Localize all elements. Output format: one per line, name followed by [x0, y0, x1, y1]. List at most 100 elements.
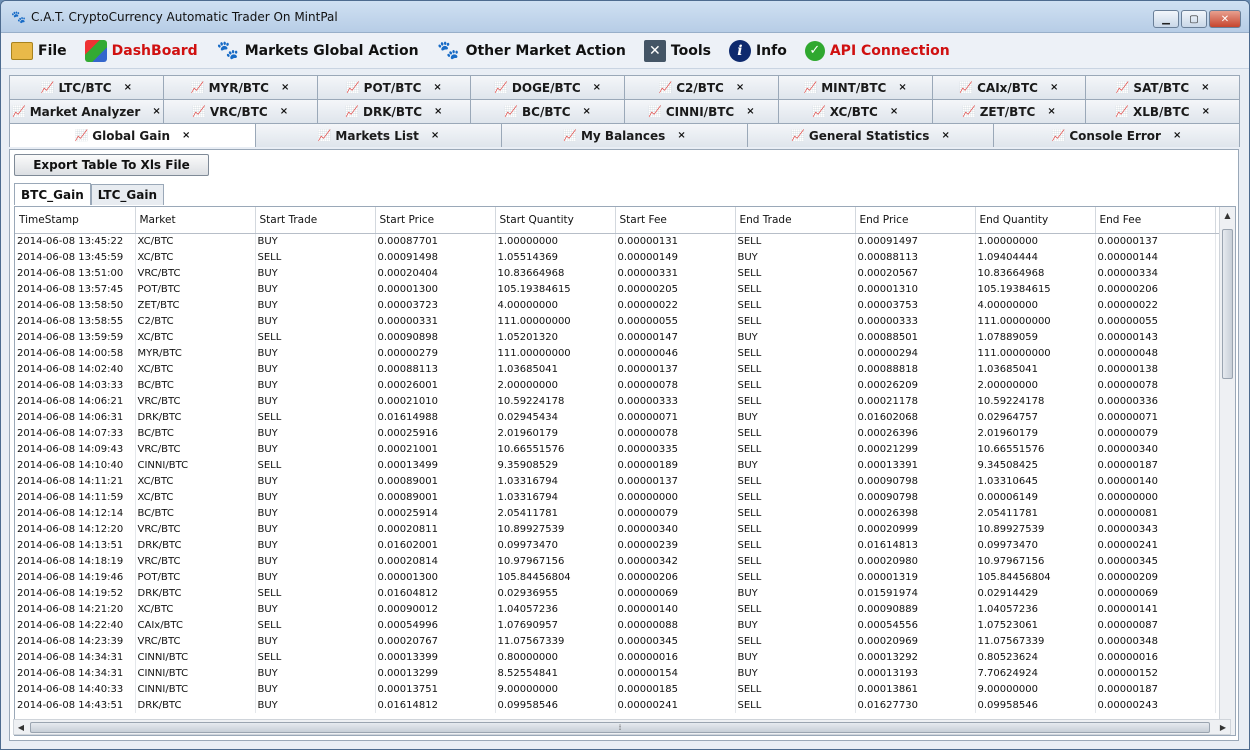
tab-close-icon[interactable]: × — [1201, 82, 1209, 93]
table-row[interactable]: 2014-06-08 13:45:22 XC/BTC BUY 0.00087701 1.… — [15, 233, 1222, 249]
close-button[interactable]: ✕ — [1209, 10, 1241, 28]
tab-caix-btc[interactable]: 📈 CAIx/BTC × — [931, 75, 1087, 99]
column-header-end-trade[interactable]: End Trade — [735, 207, 856, 234]
tab-general-statistics[interactable]: 📈 General Statistics × — [747, 123, 994, 147]
menu-dashboard[interactable]: DashBoard — [84, 39, 198, 62]
table-row[interactable]: 2014-06-08 14:34:31 CINNI/BTC SELL 0.000133… — [15, 649, 1222, 665]
vertical-scrollbar[interactable]: ▲ ▼ — [1219, 207, 1235, 735]
menu-tools[interactable]: ✕ Tools — [643, 39, 711, 62]
tab-zet-btc[interactable]: 📈 ZET/BTC × — [931, 99, 1087, 123]
menu-info[interactable]: i Info — [728, 39, 787, 62]
column-header-timestamp[interactable]: TimeStamp — [15, 207, 136, 234]
scroll-right-icon[interactable]: ▶ — [1216, 720, 1230, 734]
table-row[interactable]: 2014-06-08 14:11:59 XC/BTC BUY 0.00089001 1.… — [15, 489, 1222, 505]
menu-markets-global-action[interactable]: 🐾 Markets Global Action — [216, 39, 418, 63]
table-row[interactable]: 2014-06-08 14:19:46 POT/BTC BUY 0.00001300 1… — [15, 569, 1222, 585]
tab-close-icon[interactable]: × — [593, 82, 601, 93]
table-row[interactable]: 2014-06-08 14:22:40 CAIx/BTC SELL 0.0005499… — [15, 617, 1222, 633]
scroll-up-icon[interactable]: ▲ — [1220, 207, 1235, 223]
tab-market-analyzer[interactable]: 📈 Market Analyzer × — [9, 99, 164, 123]
table-row[interactable]: 2014-06-08 14:21:20 XC/BTC BUY 0.00090012 1.… — [15, 601, 1222, 617]
table-row[interactable]: 2014-06-08 14:12:20 VRC/BTC BUY 0.00020811 1… — [15, 521, 1222, 537]
tab-xlb-btc[interactable]: 📈 XLB/BTC × — [1085, 99, 1240, 123]
column-header-end-fee[interactable]: End Fee — [1095, 207, 1216, 234]
subtab-ltc-gain[interactable]: LTC_Gain — [90, 184, 165, 205]
table-row[interactable]: 2014-06-08 14:40:33 CINNI/BTC BUY 0.0001375… — [15, 681, 1222, 697]
tab-ltc-btc[interactable]: 📈 LTC/BTC × — [9, 75, 164, 99]
tab-close-icon[interactable]: × — [281, 82, 289, 93]
table-row[interactable]: 2014-06-08 14:19:52 DRK/BTC SELL 0.01604812… — [15, 585, 1222, 601]
tab-global-gain[interactable]: 📈 Global Gain × — [9, 123, 256, 147]
tab-close-icon[interactable]: × — [124, 82, 132, 93]
menu-file[interactable]: File — [11, 41, 67, 60]
column-header-end-quantity[interactable]: End Quantity — [975, 207, 1096, 234]
scroll-thumb[interactable] — [1222, 229, 1233, 379]
tab-doge-btc[interactable]: 📈 DOGE/BTC × — [470, 75, 625, 99]
tab-close-icon[interactable]: × — [1173, 130, 1181, 141]
tab-close-icon[interactable]: × — [1202, 106, 1210, 117]
tab-my-balances[interactable]: 📈 My Balances × — [501, 123, 748, 147]
table-row[interactable]: 2014-06-08 14:12:14 BC/BTC BUY 0.00025914 2.… — [15, 505, 1222, 521]
tab-mint-btc[interactable]: 📈 MINT/BTC × — [777, 75, 933, 99]
tab-close-icon[interactable]: × — [746, 106, 754, 117]
table-row[interactable]: 2014-06-08 14:09:43 VRC/BTC BUY 0.00021001 1… — [15, 441, 1222, 457]
tab-c2-btc[interactable]: 📈 C2/BTC × — [624, 75, 779, 99]
tab-close-icon[interactable]: × — [736, 82, 744, 93]
tab-close-icon[interactable]: × — [182, 130, 190, 141]
tab-bc-btc[interactable]: 📈 BC/BTC × — [470, 99, 625, 123]
column-header-end-price[interactable]: End Price — [855, 207, 976, 234]
tab-drk-btc[interactable]: 📈 DRK/BTC × — [316, 99, 472, 123]
tab-close-icon[interactable]: × — [677, 130, 685, 141]
table-row[interactable]: 2014-06-08 14:06:31 DRK/BTC SELL 0.01614988… — [15, 409, 1222, 425]
tab-vrc-btc[interactable]: 📈 VRC/BTC × — [162, 99, 318, 123]
table-row[interactable]: 2014-06-08 14:00:58 MYR/BTC BUY 0.00000279 1… — [15, 345, 1222, 361]
table-row[interactable]: 2014-06-08 13:57:45 POT/BTC BUY 0.00001300 1… — [15, 281, 1222, 297]
tab-close-icon[interactable]: × — [433, 82, 441, 93]
tab-cinni-btc[interactable]: 📈 CINNI/BTC × — [624, 99, 779, 123]
tab-close-icon[interactable]: × — [152, 106, 160, 117]
tab-close-icon[interactable]: × — [898, 82, 906, 93]
table-row[interactable]: 2014-06-08 14:11:21 XC/BTC BUY 0.00089001 1.… — [15, 473, 1222, 489]
tab-close-icon[interactable]: × — [890, 106, 898, 117]
tab-xc-btc[interactable]: 📈 XC/BTC × — [777, 99, 933, 123]
tab-close-icon[interactable]: × — [1050, 82, 1058, 93]
tab-close-icon[interactable]: × — [431, 130, 439, 141]
tab-markets-list[interactable]: 📈 Markets List × — [255, 123, 502, 147]
table-row[interactable]: 2014-06-08 13:58:50 ZET/BTC BUY 0.00003723 4… — [15, 297, 1222, 313]
column-header-start-quantity[interactable]: Start Quantity — [495, 207, 616, 234]
table-row[interactable]: 2014-06-08 13:59:59 XC/BTC SELL 0.00090898 1… — [15, 329, 1222, 345]
subtab-btc-gain[interactable]: BTC_Gain — [14, 183, 91, 205]
tab-pot-btc[interactable]: 📈 POT/BTC × — [316, 75, 472, 99]
table-row[interactable]: 2014-06-08 14:02:40 XC/BTC BUY 0.00088113 1.… — [15, 361, 1222, 377]
scroll-left-icon[interactable]: ◀ — [14, 720, 28, 734]
table-row[interactable]: 2014-06-08 14:10:40 CINNI/BTC SELL 0.000134… — [15, 457, 1222, 473]
table-row[interactable]: 2014-06-08 14:18:19 VRC/BTC BUY 0.00020814 1… — [15, 553, 1222, 569]
table-row[interactable]: 2014-06-08 14:13:51 DRK/BTC BUY 0.01602001 0… — [15, 537, 1222, 553]
tab-close-icon[interactable]: × — [583, 106, 591, 117]
column-header-start-fee[interactable]: Start Fee — [615, 207, 736, 234]
table-row[interactable]: 2014-06-08 13:45:59 XC/BTC SELL 0.00091498 1… — [15, 249, 1222, 265]
table-row[interactable]: 2014-06-08 13:58:55 C2/BTC BUY 0.00000331 11… — [15, 313, 1222, 329]
tab-close-icon[interactable]: × — [1047, 106, 1055, 117]
table-row[interactable]: 2014-06-08 14:43:51 DRK/BTC BUY 0.01614812 0… — [15, 697, 1222, 713]
column-header-market[interactable]: Market — [135, 207, 256, 234]
menu-other-market-action[interactable]: 🐾 Other Market Action — [437, 39, 626, 63]
menu-api-connection[interactable]: ✓ API Connection — [804, 40, 950, 61]
tab-close-icon[interactable]: × — [434, 106, 442, 117]
table-row[interactable]: 2014-06-08 14:06:21 VRC/BTC BUY 0.00021010 1… — [15, 393, 1222, 409]
table-row[interactable]: 2014-06-08 13:51:00 VRC/BTC BUY 0.00020404 1… — [15, 265, 1222, 281]
hscroll-thumb[interactable]: ⁞ — [30, 722, 1210, 733]
export-xls-button[interactable]: Export Table To Xls File — [14, 154, 209, 176]
tab-close-icon[interactable]: × — [280, 106, 288, 117]
column-header-start-price[interactable]: Start Price — [375, 207, 496, 234]
tab-close-icon[interactable]: × — [941, 130, 949, 141]
column-header-start-trade[interactable]: Start Trade — [255, 207, 376, 234]
tab-sat-btc[interactable]: 📈 SAT/BTC × — [1085, 75, 1240, 99]
horizontal-scrollbar[interactable]: ◀ ⁞ ▶ — [13, 719, 1231, 735]
table-row[interactable]: 2014-06-08 14:07:33 BC/BTC BUY 0.00025916 2.… — [15, 425, 1222, 441]
maximize-button[interactable]: ▢ — [1181, 10, 1207, 28]
tab-console-error[interactable]: 📈 Console Error × — [993, 123, 1240, 147]
minimize-button[interactable]: ▁ — [1153, 10, 1179, 28]
table-row[interactable]: 2014-06-08 14:34:31 CINNI/BTC BUY 0.0001329… — [15, 665, 1222, 681]
tab-myr-btc[interactable]: 📈 MYR/BTC × — [162, 75, 318, 99]
